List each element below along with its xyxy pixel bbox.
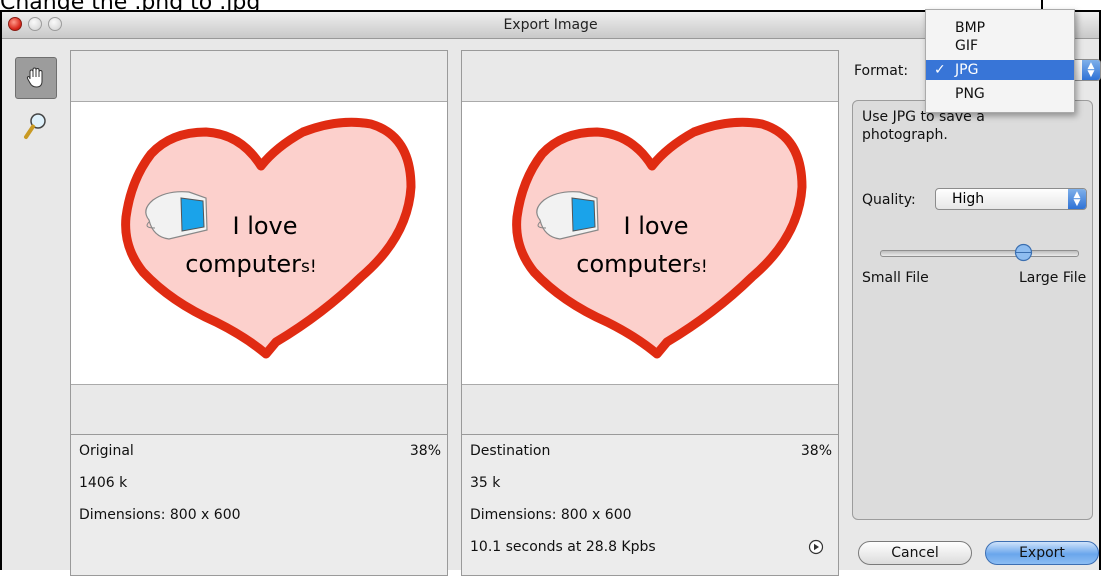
destination-bottom-strip [462,385,838,435]
original-file-size: 1406 k [79,475,128,491]
original-zoom-percent: 38% [409,443,441,459]
destination-preview-panel: I love computers! [461,50,839,436]
quality-label: Quality: [862,192,916,208]
hand-icon [26,67,43,88]
computer-clipart-icon [145,191,208,240]
destination-info-panel: Destination 38% 35 k Dimensions: 800 x 6… [461,434,839,576]
destination-top-strip [462,51,838,101]
original-top-strip [71,51,447,101]
heart-text-line1: I love [232,212,297,240]
format-dropdown-menu[interactable]: BMP GIF ✓ JPG PNG [925,9,1075,113]
format-option-jpg[interactable]: ✓ JPG [926,60,1074,80]
destination-download-time: 10.1 seconds at 28.8 Kpbs [470,539,656,555]
destination-label: Destination [470,443,551,459]
checkmark-icon: ✓ [934,62,946,78]
original-dimensions: Dimensions: 800 x 600 [79,507,241,523]
destination-zoom-percent: 38% [800,443,832,459]
svg-text:computers!: computers! [576,250,707,278]
original-info-panel: Original 38% 1406 k Dimensions: 800 x 60… [70,434,448,576]
heart-text-suffix: s! [301,257,317,277]
heart-image-preview: I love computers! [512,117,807,359]
quality-slider-knob[interactable] [1014,243,1033,262]
heart-text-line1: I love [623,212,688,240]
connection-speed-menu-icon[interactable] [808,539,824,555]
format-popup-stepper-icon: ▲ ▼ [1082,60,1100,80]
magnifier-icon [24,113,46,139]
heart-text-line2: computer [185,250,301,278]
large-file-label: Large File [1019,270,1087,286]
original-image[interactable]: I love computers! [71,101,447,385]
original-bottom-strip [71,385,447,435]
quality-slider[interactable] [880,250,1079,257]
destination-file-size: 35 k [470,475,501,491]
destination-dimensions: Dimensions: 800 x 600 [470,507,632,523]
small-file-label: Small File [862,270,929,286]
original-label: Original [79,443,134,459]
export-button[interactable]: Export [985,541,1099,565]
heart-text-line2: computer [576,250,692,278]
quality-popup-stepper-icon: ▲ ▼ [1068,189,1086,209]
cancel-button[interactable]: Cancel [858,541,972,565]
format-option-bmp[interactable]: BMP [926,18,1074,38]
format-option-png[interactable]: PNG [926,84,1074,104]
computer-clipart-icon [536,191,599,240]
format-option-jpg-label: JPG [955,62,979,78]
format-label: Format: [854,63,909,79]
format-options-box [852,100,1093,520]
quality-popup[interactable]: High ▲ ▼ [935,188,1087,210]
format-option-gif[interactable]: GIF [926,36,1074,56]
zoom-tool-button[interactable] [15,105,57,147]
heart-text-suffix: s! [692,257,708,277]
format-description: Use JPG to save a photograph. [862,109,985,143]
svg-text:computers!: computers! [185,250,316,278]
original-preview-panel: I love computers! [70,50,448,436]
heart-image: I love computers! [121,117,416,359]
hand-tool-button[interactable] [15,57,57,99]
destination-image[interactable]: I love computers! [462,101,838,385]
quality-value: High [952,191,985,207]
